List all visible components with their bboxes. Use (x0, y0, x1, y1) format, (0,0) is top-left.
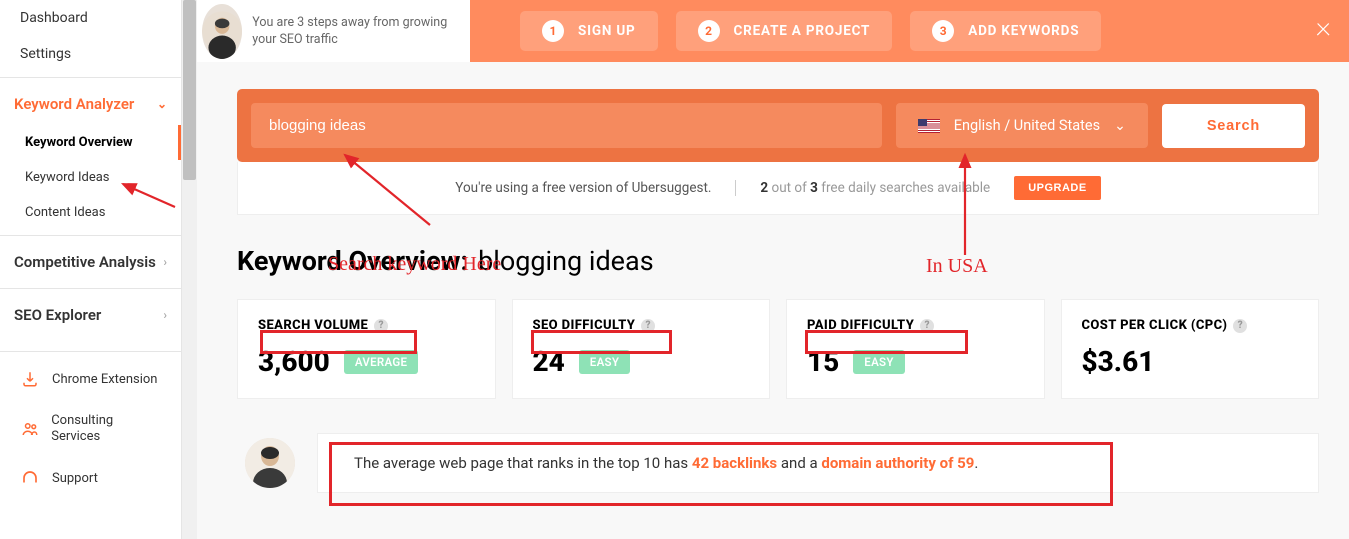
sidebar-link-label: Consulting Services (51, 413, 161, 444)
insight-box: The average web page that ranks in the t… (317, 433, 1319, 493)
sidebar-group-label: SEO Explorer (14, 306, 101, 324)
sidebar-group-label: Competitive Analysis (14, 253, 156, 271)
scrollbar-track[interactable] (182, 0, 197, 539)
help-icon[interactable]: ? (641, 319, 655, 333)
sidebar-link-support[interactable]: Support (0, 456, 181, 500)
step-number: 2 (698, 20, 720, 42)
metric-value: $3.61 (1082, 345, 1155, 378)
step-add-keywords[interactable]: 3 ADD KEYWORDS (910, 11, 1101, 51)
sidebar-link-label: Chrome Extension (52, 372, 157, 387)
insight-row: The average web page that ranks in the t… (245, 433, 1319, 493)
insight-highlight-backlinks: 42 backlinks (692, 454, 777, 472)
upgrade-button[interactable]: UPGRADE (1014, 176, 1101, 200)
step-label: ADD KEYWORDS (968, 23, 1079, 39)
insight-text-suffix: . (974, 454, 978, 472)
page-title: Keyword Overview: blogging ideas (237, 245, 1319, 277)
banner-steps: 1 SIGN UP 2 CREATE A PROJECT 3 ADD KEYWO… (520, 11, 1101, 51)
metric-paid-difficulty: PAID DIFFICULTY ? 15 EASY (786, 299, 1045, 399)
free-version-bar: You're using a free version of Ubersugge… (237, 162, 1319, 215)
chevron-down-icon: ⌄ (157, 97, 167, 111)
help-icon[interactable]: ? (1233, 319, 1247, 333)
onboarding-banner: You are 3 steps away from growing your S… (197, 0, 1349, 62)
chevron-right-icon: › (163, 255, 167, 269)
metric-value: 24 (533, 345, 565, 378)
sidebar-link-chrome-extension[interactable]: Chrome Extension (0, 357, 181, 401)
sidebar-group-label: Keyword Analyzer (14, 95, 134, 113)
avatar (245, 438, 295, 488)
page-title-prefix: Keyword Overview: (237, 245, 468, 277)
sidebar-group-competitive-analysis[interactable]: Competitive Analysis › (0, 241, 181, 283)
keyword-search-input[interactable] (251, 103, 882, 148)
us-flag-icon (918, 119, 940, 133)
metric-value: 15 (807, 345, 839, 378)
insight-text-mid: and a (777, 454, 821, 472)
step-label: CREATE A PROJECT (734, 23, 871, 39)
free-version-text: You're using a free version of Ubersugge… (455, 180, 711, 196)
sidebar-sub-keyword-overview[interactable]: Keyword Overview (0, 125, 181, 160)
download-icon (20, 369, 40, 389)
sidebar-link-consulting[interactable]: Consulting Services (0, 401, 181, 456)
divider (0, 288, 181, 289)
badge-easy: EASY (853, 350, 904, 374)
close-icon[interactable]: × (1315, 12, 1331, 42)
help-icon[interactable]: ? (920, 319, 934, 333)
sidebar-group-keyword-analyzer[interactable]: Keyword Analyzer ⌄ (0, 83, 181, 125)
headphones-icon (20, 468, 40, 488)
sidebar-item-settings[interactable]: Settings (0, 36, 181, 72)
step-label: SIGN UP (578, 23, 636, 39)
sidebar: Dashboard Settings Keyword Analyzer ⌄ Ke… (0, 0, 182, 539)
sidebar-group-seo-explorer[interactable]: SEO Explorer › (0, 294, 181, 336)
badge-easy: EASY (579, 350, 630, 374)
sidebar-item-dashboard[interactable]: Dashboard (0, 0, 181, 36)
search-count-text: 2 out of 3 free daily searches available (760, 180, 990, 196)
metric-label: COST PER CLICK (CPC) ? (1082, 318, 1299, 333)
avatar (202, 4, 242, 59)
search-bar: English / United States ⌄ Search (237, 89, 1319, 162)
banner-text: You are 3 steps away from growing your S… (252, 14, 460, 49)
metric-cpc: COST PER CLICK (CPC) ? $3.61 (1061, 299, 1320, 399)
divider (0, 351, 181, 352)
metric-seo-difficulty: SEO DIFFICULTY ? 24 EASY (512, 299, 771, 399)
content-wrap: English / United States ⌄ Search You're … (197, 62, 1349, 539)
metric-label: SEO DIFFICULTY ? (533, 318, 750, 333)
sidebar-sub-keyword-ideas[interactable]: Keyword Ideas (0, 160, 181, 195)
locale-dropdown[interactable]: English / United States ⌄ (896, 103, 1148, 148)
search-button[interactable]: Search (1162, 104, 1305, 148)
step-create-project[interactable]: 2 CREATE A PROJECT (676, 11, 893, 51)
main-content: You are 3 steps away from growing your S… (197, 0, 1349, 539)
users-icon (20, 419, 39, 439)
step-number: 3 (932, 20, 954, 42)
metric-label: PAID DIFFICULTY ? (807, 318, 1024, 333)
locale-label: English / United States (954, 117, 1100, 134)
sidebar-sub-content-ideas[interactable]: Content Ideas (0, 195, 181, 230)
metric-value: 3,600 (258, 345, 330, 378)
insight-text-prefix: The average web page that ranks in the t… (354, 454, 692, 472)
divider (0, 235, 181, 236)
step-signup[interactable]: 1 SIGN UP (520, 11, 658, 51)
separator (735, 180, 736, 196)
sidebar-link-label: Support (52, 471, 98, 486)
metrics-row: SEARCH VOLUME ? 3,600 AVERAGE SEO DIFFIC… (237, 299, 1319, 399)
chevron-down-icon: ⌄ (1114, 118, 1126, 134)
page-title-keyword: blogging ideas (478, 245, 654, 277)
divider (0, 77, 181, 78)
badge-average: AVERAGE (344, 350, 419, 374)
banner-avatar-box: You are 3 steps away from growing your S… (197, 0, 470, 62)
insight-highlight-da: domain authority of 59 (821, 454, 974, 472)
step-number: 1 (542, 20, 564, 42)
chevron-right-icon: › (163, 308, 167, 322)
help-icon[interactable]: ? (374, 319, 388, 333)
metric-label: SEARCH VOLUME ? (258, 318, 475, 333)
scrollbar-thumb[interactable] (183, 0, 196, 180)
metric-search-volume: SEARCH VOLUME ? 3,600 AVERAGE (237, 299, 496, 399)
